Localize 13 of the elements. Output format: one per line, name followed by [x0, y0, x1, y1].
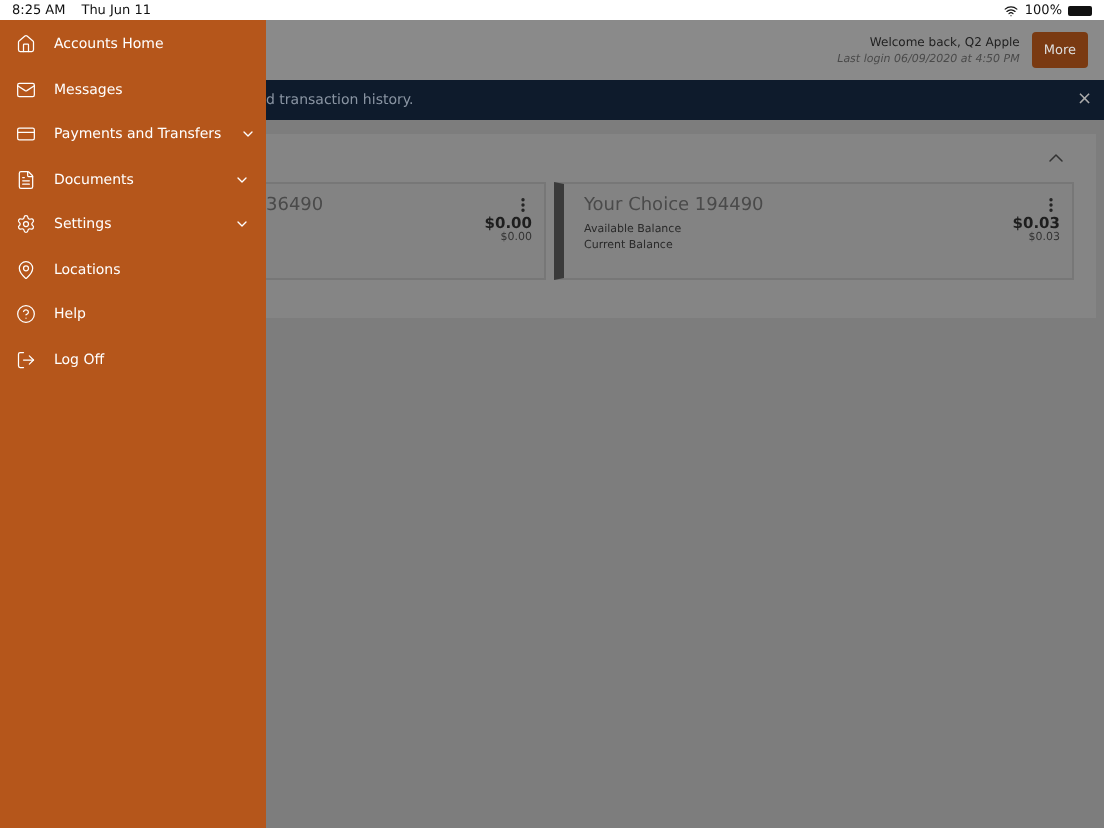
mail-icon	[16, 79, 36, 100]
help-icon	[16, 304, 36, 325]
home-icon	[16, 34, 36, 55]
close-button[interactable]: ×	[1076, 90, 1092, 110]
settings-icon	[16, 214, 36, 235]
wifi-icon	[1004, 3, 1019, 17]
document-icon	[16, 169, 36, 190]
battery-icon	[1068, 5, 1092, 15]
logout-icon	[16, 349, 36, 370]
credit-card-icon	[16, 124, 36, 145]
account-name: 36490	[266, 196, 326, 216]
account-name: Your Choice 194490	[584, 196, 766, 216]
location-pin-icon	[16, 259, 36, 280]
